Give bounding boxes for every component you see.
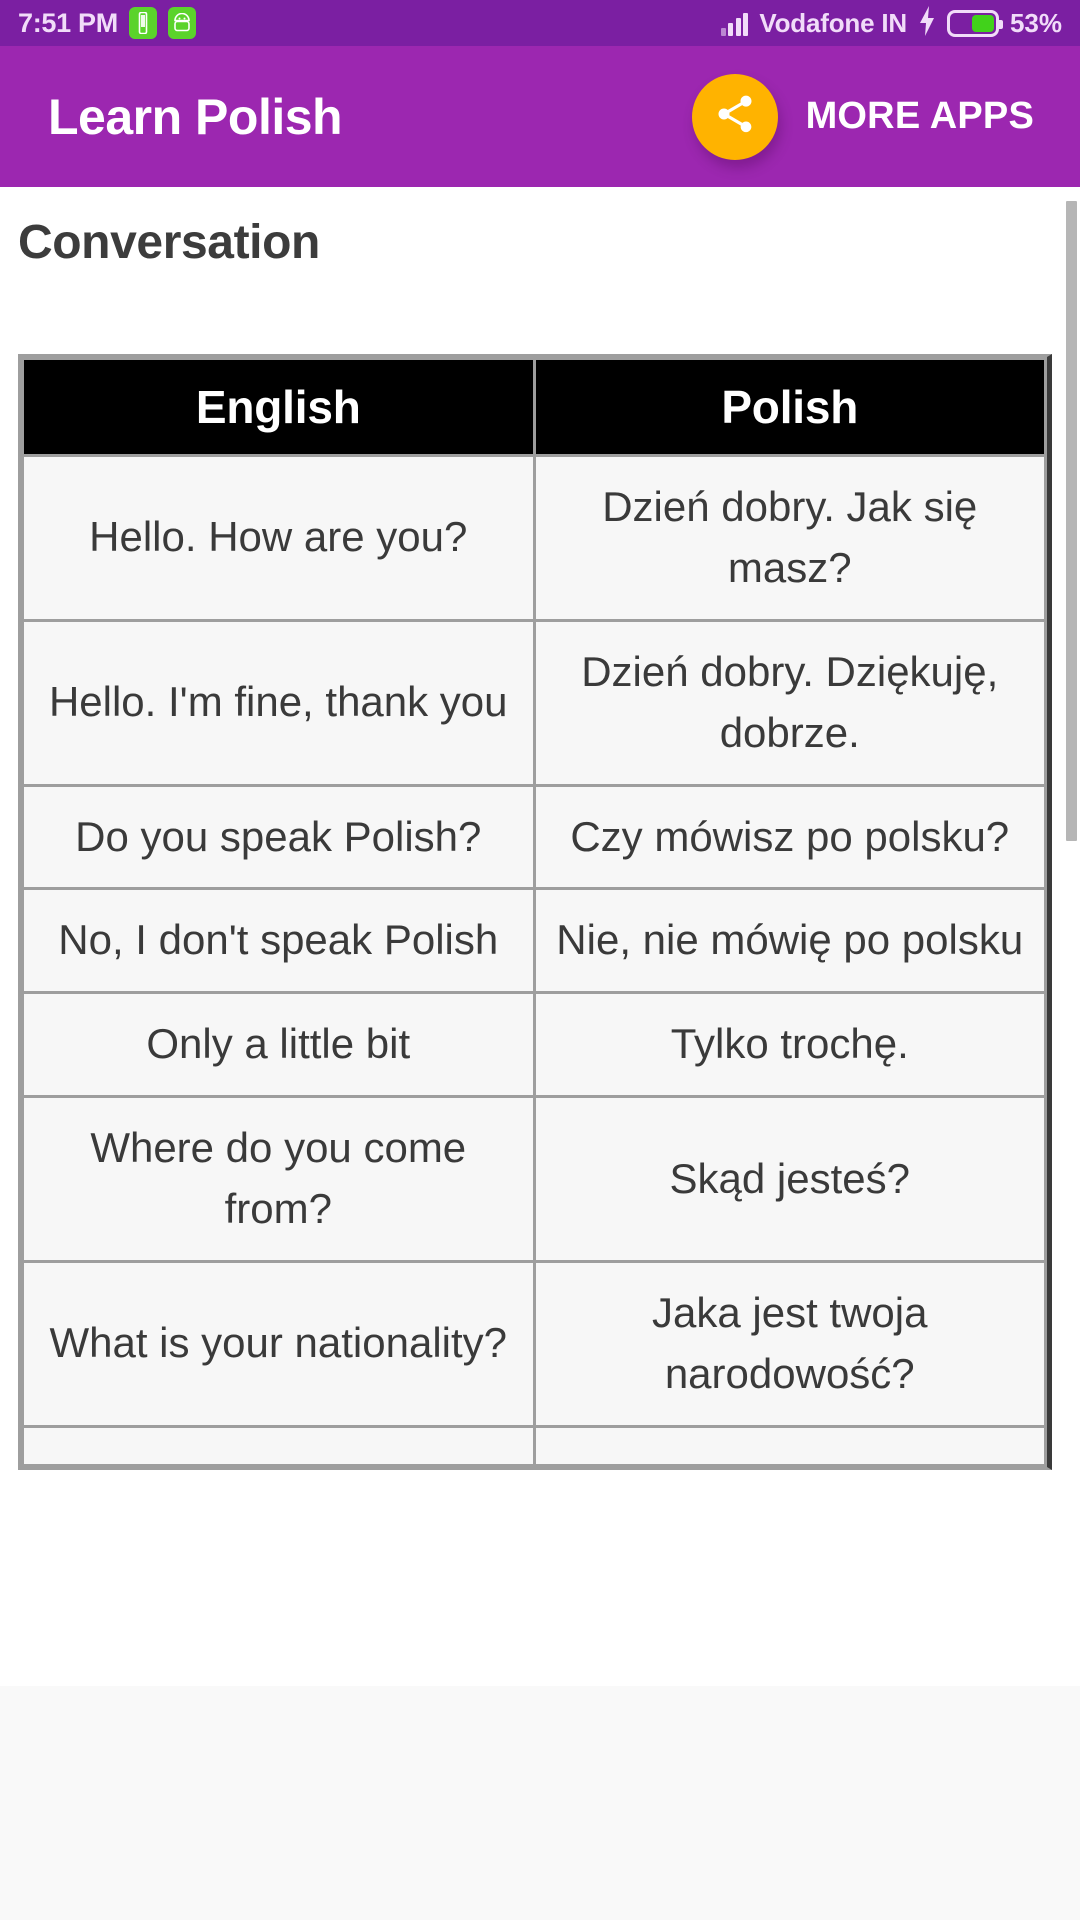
battery-percent: 53% <box>1009 7 1062 38</box>
cell-polish: Jaka jest twoja narodowość? <box>535 1263 1044 1425</box>
table-row[interactable]: Where do you come from? Skąd jesteś? <box>24 1098 1044 1261</box>
signal-bars-icon <box>720 10 749 36</box>
cell-polish: Nie, nie mówię po polsku <box>535 890 1044 992</box>
app-bar: Learn Polish MORE APPS <box>0 46 1080 187</box>
table-header-row: English Polish <box>24 360 1044 454</box>
status-bar-right: Vodafone IN 53% <box>720 5 1062 41</box>
status-bar-left: 7:51 PM <box>18 7 196 39</box>
vocab-table-container: English Polish Hello. How are you? Dzień… <box>18 354 1052 1470</box>
android-robot-icon <box>167 7 196 39</box>
table-row[interactable]: No, I don't speak Polish Nie, nie mówię … <box>24 890 1044 992</box>
share-icon <box>713 92 757 141</box>
page-title: Conversation <box>18 216 320 269</box>
status-bar: 7:51 PM Vodafone IN 53% <box>0 0 1080 46</box>
sim-card-icon <box>128 7 157 39</box>
vocab-table: English Polish Hello. How are you? Dzień… <box>21 357 1047 1467</box>
cell-polish: Czy mówisz po polsku? <box>535 786 1044 888</box>
battery-fill <box>971 14 994 32</box>
cell-polish: Tylko trochę. <box>535 994 1044 1096</box>
cell-english: No, I don't speak Polish <box>24 890 533 992</box>
content-area: Conversation English Polish Hello. How a… <box>0 187 1080 1920</box>
column-header-english: English <box>24 360 533 454</box>
carrier-name: Vodafone IN <box>759 7 907 38</box>
charging-bolt-icon <box>918 5 936 41</box>
cell-english <box>24 1427 533 1464</box>
cell-polish: Skąd jesteś? <box>535 1098 1044 1261</box>
content-bottom-filler <box>0 1686 1080 1920</box>
table-row[interactable]: What is your nationality? Jaka jest twoj… <box>24 1263 1044 1425</box>
battery-icon <box>946 9 1003 37</box>
column-header-polish: Polish <box>535 360 1044 454</box>
cell-english: Hello. I'm fine, thank you <box>24 621 533 784</box>
share-button[interactable] <box>691 73 778 160</box>
cell-english: Only a little bit <box>24 994 533 1096</box>
vertical-scrollbar[interactable] <box>1066 187 1080 1920</box>
app-title: Learn Polish <box>48 88 343 145</box>
table-row-partial[interactable] <box>24 1427 1044 1464</box>
table-row[interactable]: Only a little bit Tylko trochę. <box>24 994 1044 1096</box>
scrollbar-thumb[interactable] <box>1066 201 1077 841</box>
table-row[interactable]: Do you speak Polish? Czy mówisz po polsk… <box>24 786 1044 888</box>
cell-polish <box>535 1427 1044 1464</box>
vocab-table-body: Hello. How are you? Dzień dobry. Jak się… <box>24 457 1044 1464</box>
vocab-table-head: English Polish <box>24 360 1044 454</box>
cell-polish: Dzień dobry. Jak się masz? <box>535 457 1044 619</box>
table-row[interactable]: Hello. How are you? Dzień dobry. Jak się… <box>24 457 1044 619</box>
cell-english: What is your nationality? <box>24 1263 533 1425</box>
more-apps-button[interactable]: MORE APPS <box>806 95 1034 138</box>
cell-polish: Dzień dobry. Dziękuję, dobrze. <box>535 621 1044 784</box>
cell-english: Where do you come from? <box>24 1098 533 1261</box>
status-bar-clock: 7:51 PM <box>18 7 118 38</box>
table-row[interactable]: Hello. I'm fine, thank you Dzień dobry. … <box>24 621 1044 784</box>
cell-english: Hello. How are you? <box>24 457 533 619</box>
cell-english: Do you speak Polish? <box>24 786 533 888</box>
